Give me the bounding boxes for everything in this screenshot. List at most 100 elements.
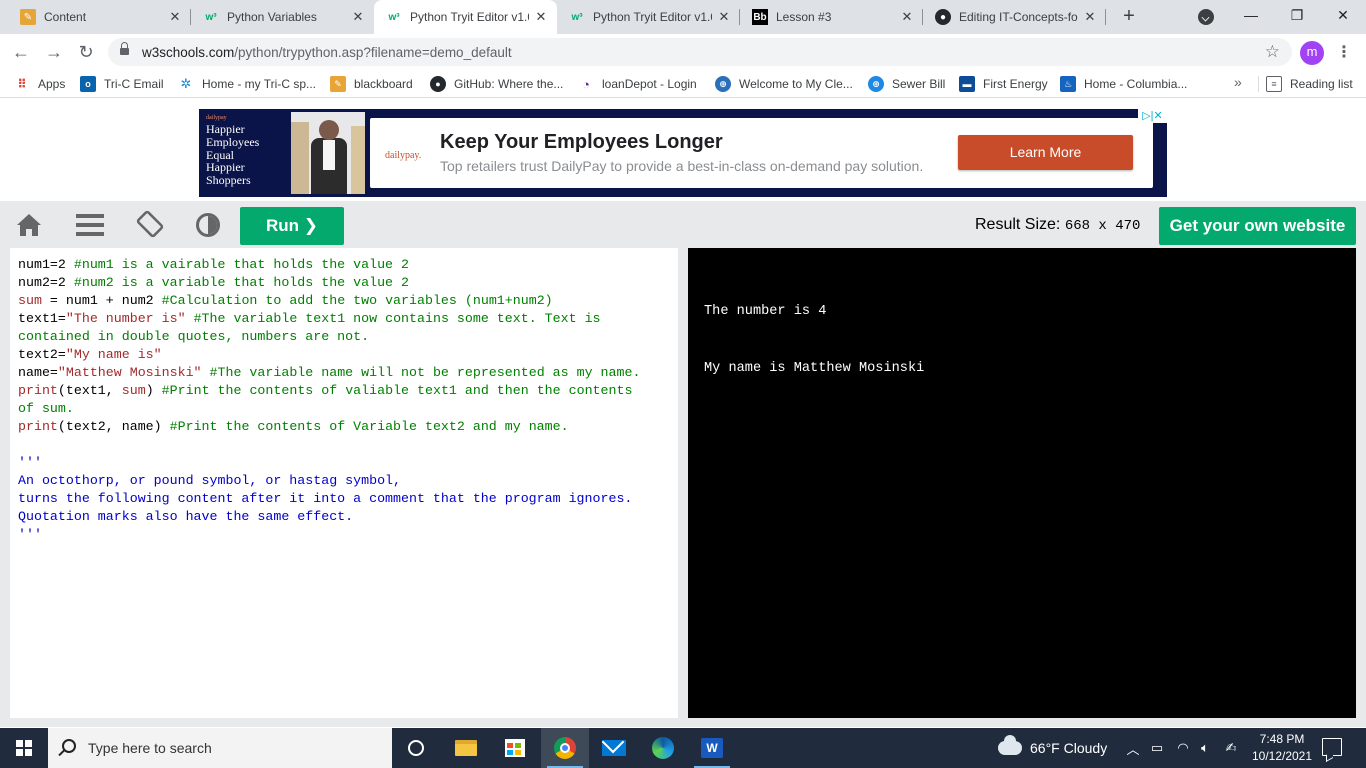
bookmark-tri-c-email[interactable]: o Tri-C Email [80, 75, 164, 93]
code-line[interactable]: An octothorp, or pound symbol, or hastag… [18, 472, 670, 490]
reload-icon[interactable]: ↻ [75, 41, 97, 63]
ad-choices-close-icon[interactable]: ▷|✕ [1138, 109, 1167, 123]
get-your-own-website-button[interactable]: Get your own website [1159, 207, 1356, 245]
close-window-button[interactable]: ✕ [1320, 0, 1366, 32]
code-editor[interactable]: num1=2 #num1 is a vairable that holds th… [10, 248, 678, 718]
url-text[interactable]: w3schools.com/python/trypython.asp?filen… [142, 45, 512, 60]
run-button[interactable]: Run ❯ [240, 207, 344, 245]
bookmark-apps[interactable]: ⠿ Apps [14, 75, 65, 93]
more-bookmarks-chevron-icon[interactable]: » [1234, 74, 1242, 90]
learn-more-button[interactable]: Learn More [958, 135, 1133, 170]
close-tab-icon[interactable]: ✕ [716, 9, 732, 25]
address-bar[interactable]: w3schools.com/python/trypython.asp?filen… [108, 38, 1292, 66]
code-token: #num2 is a variable that holds the value… [73, 275, 409, 290]
word-icon: W [701, 738, 723, 758]
code-line[interactable]: turns the following content after it int… [18, 490, 670, 508]
show-hidden-icons-chevron-icon[interactable]: ︿ [1124, 728, 1142, 768]
code-line[interactable]: ''' [18, 526, 670, 544]
tab-lesson-3[interactable]: Bb Lesson #3 ✕ [740, 0, 923, 34]
close-tab-icon[interactable]: ✕ [1082, 9, 1098, 25]
weather-widget[interactable]: 66°F Cloudy [998, 728, 1107, 768]
bookmark-github[interactable]: ● GitHub: Where the... [430, 75, 563, 93]
contrast-icon[interactable] [196, 213, 220, 237]
bookmark-welcome-cle[interactable]: ⊕ Welcome to My Cle... [715, 75, 853, 93]
home-icon[interactable] [16, 213, 42, 237]
tab-search-icon[interactable] [1198, 9, 1214, 25]
tab-content[interactable]: ✎ Content ✕ [8, 0, 191, 34]
browser-menu-icon[interactable]: ⋮ [1336, 42, 1352, 64]
close-tab-icon[interactable]: ✕ [350, 9, 366, 25]
new-tab-button[interactable]: + [1118, 5, 1140, 27]
ad-area: dailypay Happier Employees Equal Happier… [0, 99, 1366, 201]
code-line[interactable]: num1=2 #num1 is a vairable that holds th… [18, 256, 670, 274]
battery-icon[interactable]: ▭ [1146, 728, 1168, 768]
close-tab-icon[interactable]: ✕ [899, 9, 915, 25]
restore-button[interactable]: ❐ [1274, 0, 1320, 32]
code-text[interactable]: num1=2 #num1 is a vairable that holds th… [18, 256, 670, 544]
dailypay-ad-banner[interactable]: dailypay Happier Employees Equal Happier… [199, 109, 1167, 197]
mail-button[interactable] [590, 728, 638, 768]
output-line: The number is 4 [704, 304, 827, 319]
code-token: #Print the contents of valiable text1 an… [161, 383, 633, 398]
code-token: "Matthew Mosinski" [57, 365, 202, 380]
code-token: #Calculation to add the two variables (n… [161, 293, 553, 308]
edge-button[interactable] [639, 728, 687, 768]
code-line[interactable]: contained in double quotes, numbers are … [18, 328, 670, 346]
back-arrow-icon[interactable]: ← [10, 41, 32, 63]
start-button[interactable] [0, 728, 48, 768]
ad-card[interactable]: dailypay. Keep Your Employees Longer Top… [370, 118, 1153, 188]
pen-icon[interactable]: ✍︎ [1220, 728, 1242, 768]
bookmark-blackboard[interactable]: ✎ blackboard [330, 75, 413, 93]
tab-python-variables[interactable]: w³ Python Variables ✕ [191, 0, 374, 34]
rotate-layout-icon[interactable] [136, 210, 164, 238]
code-line[interactable]: of sum. [18, 400, 670, 418]
code-line[interactable] [18, 436, 670, 454]
forward-arrow-icon[interactable]: → [43, 41, 65, 63]
microsoft-store-button[interactable] [491, 728, 539, 768]
tab-python-tryit[interactable]: w³ Python Tryit Editor v1.0 ✕ [557, 0, 740, 34]
menu-icon[interactable] [76, 214, 104, 236]
search-icon [62, 739, 76, 753]
windows-taskbar: Type here to search W 66°F Cloudy ︿ ▭ ◠ … [0, 728, 1366, 768]
system-clock[interactable]: 7:48 PM 10/12/2021 [1246, 731, 1318, 765]
bookmark-star-icon[interactable]: ☆ [1265, 42, 1280, 62]
minimize-button[interactable]: — [1228, 0, 1274, 32]
code-line[interactable]: text1="The number is" #The variable text… [18, 310, 670, 328]
code-line[interactable]: print(text2, name) #Print the contents o… [18, 418, 670, 436]
code-line[interactable]: sum = num1 + num2 #Calculation to add th… [18, 292, 670, 310]
bookmark-columbia-gas[interactable]: ♨ Home - Columbia... [1060, 75, 1187, 93]
code-token: text1= [18, 311, 66, 326]
code-line[interactable]: ''' [18, 454, 670, 472]
file-explorer-button[interactable] [442, 728, 490, 768]
tab-github-editing[interactable]: ● Editing IT-Concepts-fo ✕ [923, 0, 1106, 34]
sharepoint-icon: ✲ [180, 76, 192, 91]
code-token: "The number is" [65, 311, 186, 326]
code-token: = num1 + num2 [41, 293, 162, 308]
word-button[interactable]: W [688, 728, 736, 768]
code-line[interactable]: print(text1, sum) #Print the contents of… [18, 382, 670, 400]
reading-list-button[interactable]: ≡ Reading list [1266, 75, 1353, 93]
code-line[interactable]: name="Matthew Mosinski" #The variable na… [18, 364, 670, 382]
code-token: ) [145, 383, 162, 398]
profile-avatar[interactable]: m [1300, 41, 1324, 65]
close-tab-icon[interactable]: ✕ [167, 9, 183, 25]
volume-icon[interactable]: 🔈︎ [1194, 728, 1216, 768]
code-line[interactable]: text2="My name is" [18, 346, 670, 364]
notifications-icon[interactable] [1322, 738, 1342, 756]
output-line: My name is Matthew Mosinski [704, 361, 925, 376]
chrome-taskbar-button[interactable] [541, 728, 589, 768]
bookmark-first-energy[interactable]: ▬ First Energy [959, 75, 1048, 93]
close-tab-icon[interactable]: ✕ [533, 9, 549, 25]
ad-headline[interactable]: Keep Your Employees Longer [440, 131, 723, 154]
tab-python-tryit-active[interactable]: w³ Python Tryit Editor v1.0 ✕ [374, 0, 557, 34]
bookmark-sewer-bill[interactable]: ⊕ Sewer Bill [868, 75, 945, 93]
bookmark-loandepot[interactable]: ◔ loanDepot - Login [578, 75, 697, 93]
bookmark-tri-c-sharepoint[interactable]: ✲ Home - my Tri-C sp... [178, 75, 316, 93]
code-line[interactable]: Quotation marks also have the same effec… [18, 508, 670, 526]
lock-icon[interactable] [120, 42, 129, 56]
cortana-button[interactable] [392, 728, 440, 768]
taskbar-search-box[interactable]: Type here to search [48, 728, 392, 768]
wifi-icon[interactable]: ◠ [1172, 728, 1194, 768]
result-panel: The number is 4 My name is Matthew Mosin… [688, 248, 1356, 718]
code-line[interactable]: num2=2 #num2 is a variable that holds th… [18, 274, 670, 292]
